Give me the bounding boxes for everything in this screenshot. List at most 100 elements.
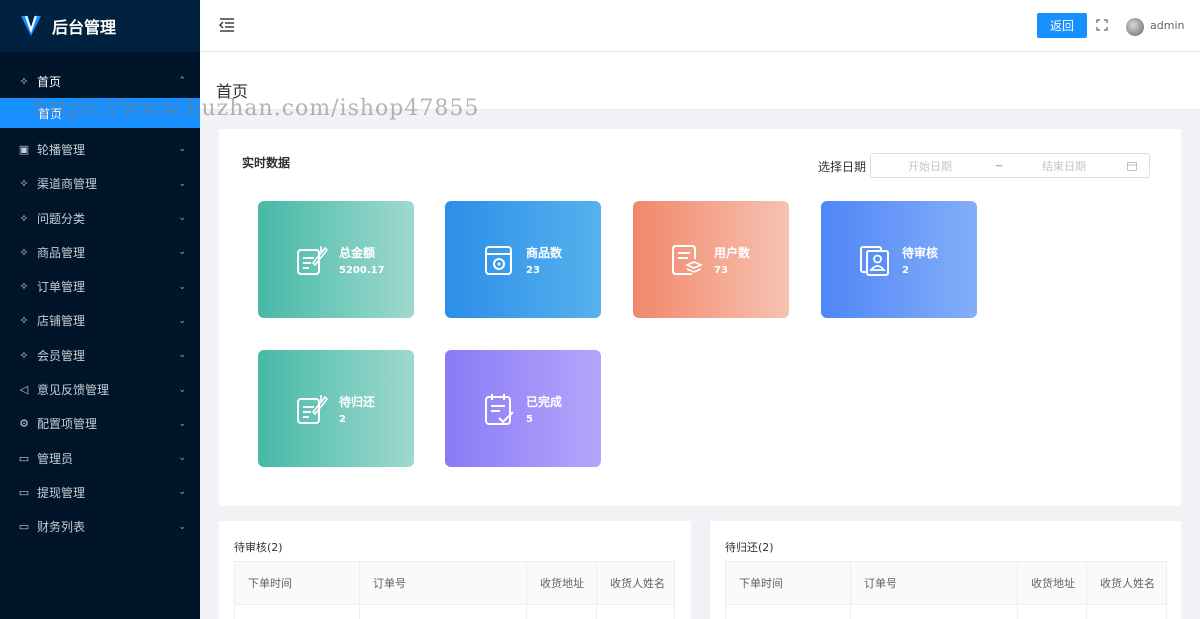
panel-title: 实时数据 [242, 156, 291, 170]
card-value: 73 [714, 264, 728, 276]
sidebar-subitem-home[interactable]: 首页 [0, 98, 200, 129]
column-header: 下单时间 [234, 561, 360, 605]
edit-document-icon [297, 245, 329, 275]
chevron-down-icon: ⌄ [178, 487, 186, 498]
sidebar-item-label: 轮播管理 [37, 142, 86, 157]
chevron-down-icon: ⌄ [178, 350, 186, 361]
sidebar: 后台管理 ✧ 首页 ⌃ 首页 ▣ 轮播管理 ⌄ ✧ 渠道商管理 ⌄ ✧ 问题分类… [0, 0, 200, 619]
pending-return-table: 下单时间 订单号 收货地址 收货人姓名 [725, 561, 1167, 619]
date-label: 选择日期 [818, 160, 867, 174]
card-label: 总金额 [339, 245, 376, 260]
card-value: 2 [339, 413, 346, 425]
folder-icon: ▭ [18, 520, 30, 534]
image-icon: ▣ [18, 142, 30, 156]
chevron-down-icon: ⌄ [178, 315, 186, 326]
stat-card-total-amount[interactable]: 总金额 5200.17 [258, 201, 414, 318]
table-header-row: 下单时间 订单号 收货地址 收货人姓名 [725, 561, 1167, 605]
column-header: 收货人姓名 [596, 561, 675, 605]
sidebar-item-label: 店铺管理 [37, 314, 86, 329]
user-group-icon: ✧ [19, 245, 29, 259]
sidebar-item-feedback[interactable]: ◁ 意见反馈管理 ⌄ [0, 372, 200, 406]
sidebar-item-withdraw[interactable]: ▭ 提现管理 ⌄ [0, 475, 200, 509]
stat-card-completed[interactable]: 已完成 5 [445, 350, 601, 467]
card-value: 23 [526, 264, 540, 276]
chevron-down-icon: ⌄ [178, 178, 186, 189]
table-row [234, 604, 675, 619]
sidebar-item-label: 管理员 [37, 451, 74, 466]
document-stack-icon [672, 244, 704, 275]
id-card-icon [860, 245, 889, 276]
logo-icon [21, 15, 41, 36]
card-label: 待归还 [339, 394, 376, 409]
date-separator: ~ [994, 159, 1004, 172]
pending-review-table-panel: 待审核(2) 下单时间 订单号 收货地址 收货人姓名 [219, 521, 691, 619]
card-label: 待审核 [902, 245, 939, 260]
gear-icon: ⚙ [19, 417, 29, 431]
stat-card-users[interactable]: 用户数 73 [633, 201, 789, 318]
sidebar-item-config[interactable]: ⚙ 配置项管理 ⌄ [0, 407, 200, 441]
user-group-icon: ✧ [19, 348, 29, 362]
column-header: 收货人姓名 [1086, 561, 1167, 605]
sidebar-menu: ✧ 首页 ⌃ 首页 ▣ 轮播管理 ⌄ ✧ 渠道商管理 ⌄ ✧ 问题分类 ⌄ ✧ … [0, 52, 200, 544]
pending-review-table: 下单时间 订单号 收货地址 收货人姓名 [234, 561, 675, 619]
page-title: 首页 [216, 82, 249, 101]
sidebar-item-channel[interactable]: ✧ 渠道商管理 ⌄ [0, 167, 200, 201]
chevron-down-icon: ⌄ [178, 384, 186, 395]
username[interactable]: admin [1150, 19, 1184, 32]
card-label: 已完成 [526, 394, 563, 409]
calendar-icon [1127, 161, 1137, 171]
menu-collapse-icon[interactable] [218, 16, 236, 34]
fullscreen-icon[interactable] [1096, 19, 1108, 31]
sidebar-item-members[interactable]: ✧ 会员管理 ⌄ [0, 338, 200, 372]
sidebar-item-home[interactable]: ✧ 首页 ⌃ [0, 64, 200, 98]
sidebar-item-label: 意见反馈管理 [37, 383, 110, 398]
back-button[interactable]: 返回 [1037, 13, 1087, 38]
sidebar-subitem-label: 首页 [38, 106, 63, 121]
avatar[interactable] [1126, 18, 1144, 36]
card-value: 5 [526, 413, 533, 425]
product-box-icon [485, 245, 512, 275]
chevron-down-icon: ⌄ [178, 213, 186, 224]
sidebar-item-label: 提现管理 [37, 485, 86, 500]
card-label: 用户数 [714, 245, 751, 260]
sidebar-item-question-category[interactable]: ✧ 问题分类 ⌄ [0, 201, 200, 235]
column-header: 下单时间 [725, 561, 851, 605]
stat-card-pending-return[interactable]: 待归还 2 [258, 350, 414, 467]
logo: 后台管理 [0, 0, 200, 52]
sidebar-item-banner[interactable]: ▣ 轮播管理 ⌄ [0, 132, 200, 166]
sidebar-item-label: 会员管理 [37, 348, 86, 363]
sidebar-item-label: 配置项管理 [37, 417, 98, 432]
sidebar-item-label: 渠道商管理 [37, 177, 98, 192]
column-header: 订单号 [359, 561, 527, 605]
sidebar-item-finance[interactable]: ▭ 财务列表 ⌄ [0, 510, 200, 544]
date-range-picker[interactable]: 开始日期 ~ 结束日期 [870, 153, 1150, 178]
chevron-down-icon: ⌄ [178, 247, 186, 258]
date-start-input[interactable]: 开始日期 [871, 158, 989, 174]
column-header: 订单号 [850, 561, 1018, 605]
edit-document-icon [297, 394, 329, 424]
user-group-icon: ✧ [19, 314, 29, 328]
sidebar-item-admins[interactable]: ▭ 管理员 ⌄ [0, 441, 200, 475]
card-value: 5200.17 [339, 264, 385, 276]
table-header-row: 下单时间 订单号 收货地址 收货人姓名 [234, 561, 675, 605]
chevron-down-icon: ⌄ [178, 144, 186, 155]
stat-card-products[interactable]: 商品数 23 [445, 201, 601, 318]
column-header: 收货地址 [526, 561, 597, 605]
top-header: 返回 admin [200, 0, 1200, 52]
stat-card-pending-review[interactable]: 待审核 2 [821, 201, 977, 318]
chevron-down-icon: ⌄ [178, 281, 186, 292]
sidebar-item-orders[interactable]: ✧ 订单管理 ⌄ [0, 269, 200, 303]
page-title-bar: 首页 [200, 52, 1200, 110]
sidebar-item-label: 订单管理 [37, 280, 86, 295]
table-row [725, 604, 1167, 619]
pending-return-table-panel: 待归还(2) 下单时间 订单号 收货地址 收货人姓名 [710, 521, 1181, 619]
chevron-down-icon: ⌄ [178, 453, 186, 464]
date-end-input[interactable]: 结束日期 [1009, 158, 1119, 174]
card-value: 2 [902, 264, 909, 276]
chevron-down-icon: ⌄ [178, 418, 186, 429]
sidebar-item-shops[interactable]: ✧ 店铺管理 ⌄ [0, 304, 200, 338]
folder-icon: ▭ [18, 451, 30, 465]
card-label: 商品数 [526, 245, 563, 260]
sidebar-item-label: 首页 [37, 74, 62, 89]
sidebar-item-products[interactable]: ✧ 商品管理 ⌄ [0, 235, 200, 269]
